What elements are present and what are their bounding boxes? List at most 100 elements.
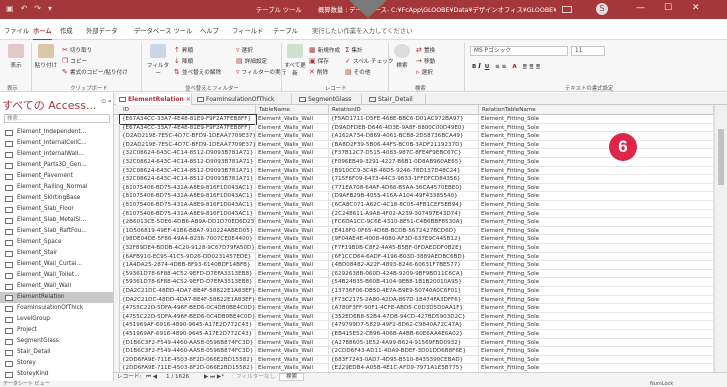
table-cell[interactable]: Element_Walls_Wall xyxy=(256,175,329,184)
nav-item[interactable]: Element_Wall_Curtai... xyxy=(0,259,113,270)
refresh-all-button[interactable]: すべて更新 xyxy=(284,44,306,77)
table-cell[interactable]: {2C248611-A9A8-4F02-A239-307497E43D74} xyxy=(329,209,479,219)
table-cell[interactable]: Element_Fitting_Sole xyxy=(479,261,714,270)
nav-item[interactable]: Element_Parts3D_Gen... xyxy=(0,160,113,171)
table-cell[interactable]: {4755C22D-5DFA-496F-BED6-0C4DB0BE4C0D} xyxy=(120,304,256,313)
table-cell[interactable]: Element_Fitting_Sole xyxy=(479,304,714,313)
table-row[interactable]: {2B6013CE-5DE6-4DB6-AB9A-DD1D70ED6D23} El… xyxy=(114,218,714,227)
table-cell[interactable]: {E418F0-0F65-4D6B-BCDB-5672427BCD6D} xyxy=(329,226,479,236)
sort-descending-button[interactable]: ↓ 降順 xyxy=(174,57,193,65)
nav-item[interactable]: SegmentGlass xyxy=(0,336,113,347)
customize-icon[interactable]: ▾ xyxy=(48,4,52,13)
nav-item[interactable]: Element_InternalCeilC... xyxy=(0,138,113,149)
table-cell[interactable]: {54B24835-B60B-4104-9EB8-1B1B20010A95} xyxy=(329,278,479,287)
table-row[interactable]: {59361D78-6F88-4C52-9EFD-D7EFA3313EB8} El… xyxy=(114,269,714,279)
table-row[interactable]: {81075406-BD75-431A-A8E9-816F1D043AC1} El… xyxy=(114,209,714,219)
table-row[interactable]: {4755C22D-5DFA-496F-BED6-0C4DB0BE4C0D} El… xyxy=(114,304,714,313)
replace-button[interactable]: ⇄ 置換 xyxy=(416,46,435,54)
table-cell[interactable]: {4755C22D-5DFA-496F-BED6-0C4DB0BE4C0D} xyxy=(120,312,256,322)
column-header-tablename[interactable]: TableName xyxy=(256,105,329,115)
table-row[interactable]: {DA2C21DC-48DD-4DA7-BE4F-58822E1A83EF} El… xyxy=(114,287,714,296)
table-cell[interactable]: Element_Fitting_Sole xyxy=(479,123,714,133)
tab-database-tools[interactable]: データベース ツール xyxy=(134,26,192,35)
table-cell[interactable]: Element_Fitting_Sole xyxy=(479,278,714,287)
tab-table[interactable]: テーブル xyxy=(273,26,298,35)
table-cell[interactable]: {32C08624-643C-4C14-8512-D9093B781A71} xyxy=(120,158,256,167)
nav-item[interactable]: FoamInsulationOfThick xyxy=(0,303,113,314)
filter-button[interactable]: フィルター xyxy=(145,44,171,77)
table-cell[interactable]: {F5AD1711-D5FE-468E-BBC6-D01AC972BA97} xyxy=(329,115,479,124)
nav-item[interactable]: Element_SkirtingBase xyxy=(0,193,113,204)
avatar[interactable]: S xyxy=(596,3,608,15)
doc-tab-elementrelation[interactable]: ElementRelation ✕ xyxy=(116,94,192,105)
table-cell[interactable]: {DA2C21DC-48DD-4DA7-BE4F-58822E1A83EF} xyxy=(120,287,256,296)
table-cell[interactable]: {2B6013CE-5DE6-4DB6-AB9A-DD1D70ED6D23} xyxy=(120,218,256,227)
font-name-select[interactable]: MS Pゴシック xyxy=(470,46,568,56)
table-cell[interactable]: {715F6F09-6473-44C3-9633-1FFDFCD84356} xyxy=(329,175,479,184)
table-cell[interactable]: {D9AFB29B-4055-416A-A104-49F43385540} xyxy=(329,192,479,201)
table-cell[interactable]: {1A4DA25-2874-4DBB-8F93-6140BDF14BFB} xyxy=(120,261,256,270)
copy-button[interactable]: ❐ コピー xyxy=(62,57,87,65)
nav-item[interactable]: Element_Slab_MetalSl... xyxy=(0,215,113,226)
tab-fields[interactable]: フィールド xyxy=(232,26,263,35)
table-row[interactable]: {2DD6FA9E-711E-4503-8F2D-066E2BD15582} El… xyxy=(114,355,714,365)
save-record-button[interactable]: ▣ 保存 xyxy=(309,57,329,65)
table-cell[interactable]: Element_Walls_Wall xyxy=(256,278,329,287)
table-cell[interactable]: Element_Fitting_Sole xyxy=(479,226,714,236)
table-cell[interactable]: Element_Fitting_Sole xyxy=(479,183,714,193)
table-cell[interactable]: {32C08624-643C-4C14-8512-D9093B781A71} xyxy=(120,175,256,184)
table-cell[interactable]: {D9ADFDEB-D646-4D3E-9A8F-8800C00D49E0} xyxy=(329,123,479,133)
nav-item[interactable]: Element_Slab_Floor xyxy=(0,204,113,215)
table-cell[interactable]: Element_Walls_Wall xyxy=(256,166,329,176)
table-cell[interactable]: Element_Fitting_Sole xyxy=(479,330,714,339)
table-cell[interactable]: Element_Walls_Wall xyxy=(256,321,329,330)
table-row[interactable]: {32F89DE4-BDDB-4C20-9128-9C67D79FA50D} El… xyxy=(114,244,714,253)
table-cell[interactable]: {EB415E52-CB96-406B-A4BB-60E6AA4E6A02} xyxy=(329,330,479,339)
table-cell[interactable]: {81075406-BD75-431A-A8E9-816F1D043AC1} xyxy=(120,183,256,193)
table-cell[interactable]: Element_Walls_Wall xyxy=(256,304,329,313)
table-row[interactable]: {32C08624-643C-4C14-8512-D9093B781A71} El… xyxy=(114,166,714,176)
table-cell[interactable]: Element_Walls_Wall xyxy=(256,338,329,348)
table-row[interactable]: {1D506819-49EF-41B6-B8A7-910224ABED05} El… xyxy=(114,226,714,236)
table-cell[interactable]: Element_Fitting_Sole xyxy=(479,312,714,322)
table-row[interactable]: {451969AF-6916-4890-9645-A17E2D772C43} El… xyxy=(114,330,714,339)
table-cell[interactable]: Element_Walls_Wall xyxy=(256,269,329,279)
table-cell[interactable]: Element_Fitting_Sole xyxy=(479,132,714,141)
nav-item[interactable]: Element_Stair xyxy=(0,248,113,259)
nav-item[interactable]: Element_Pavement xyxy=(0,171,113,182)
table-cell[interactable]: Element_Walls_Wall xyxy=(256,192,329,201)
table-cell[interactable]: Element_Fitting_Sole xyxy=(479,149,714,158)
table-cell[interactable]: Element_Walls_Wall xyxy=(256,123,329,133)
nav-item[interactable]: Element_Wall_Toilet... xyxy=(0,270,113,281)
table-cell[interactable]: Element_Fitting_Sole xyxy=(479,321,714,330)
table-cell[interactable]: Element_Walls_Wall xyxy=(256,183,329,193)
tab-file[interactable]: ファイル xyxy=(4,26,29,35)
nav-pane-title[interactable]: すべての Access... xyxy=(2,97,96,113)
table-cell[interactable]: Element_Fitting_Sole xyxy=(479,192,714,201)
nav-item[interactable]: LevelGroup xyxy=(0,314,113,325)
nav-search-input[interactable]: 検索... xyxy=(4,114,110,123)
format-bar-icon[interactable]: B I U ≡ ≡ A ≣ ≣ ≣ xyxy=(472,62,541,70)
ribbon-display-icon[interactable] xyxy=(562,6,572,13)
table-cell[interactable]: {DA2C21DC-48DD-4DA7-BE4F-58822E1A83EF} xyxy=(120,295,256,305)
table-cell[interactable]: {1D506819-49EF-41B6-B8A7-910224ABED05} xyxy=(120,226,256,236)
advanced-button[interactable]: ▤ 詳細設定 xyxy=(236,57,267,65)
column-header-relationid[interactable]: RelationID xyxy=(329,105,479,115)
doc-tab-stair-detail[interactable]: Stair_Detail xyxy=(366,94,426,105)
table-row[interactable]: {4755C22D-5DFA-496F-BED6-0C4DB0BE4C0D} El… xyxy=(114,312,714,322)
table-cell[interactable]: {352ED6B8-52B4-47DB-94CD-427BD5903D2C} xyxy=(329,312,479,322)
table-row[interactable]: {DA2C21DC-48DD-4DA7-BE4F-58822E1A83EF} El… xyxy=(114,295,714,305)
table-row[interactable]: {98DE04DE-5F86-49A4-8236-7007CE0E4400} El… xyxy=(114,235,714,244)
table-cell[interactable]: Element_Walls_Wall xyxy=(256,218,329,227)
table-cell[interactable]: {59361D78-6F88-4C52-9EFD-D7EFA3313EB8} xyxy=(120,269,256,279)
table-cell[interactable]: {A162A734-D869-4061-BCB8-2D58736BCA49} xyxy=(329,132,479,141)
table-cell[interactable]: {F73C2175-2A80-42DA-867D-18474FA3DFF6} xyxy=(329,295,479,305)
table-cell[interactable]: {D2AD219E-7E5C-4D7C-BFD9-1DEAA7709E37} xyxy=(120,132,256,141)
table-cell[interactable]: {F37B12C7-D515-4083-987C-8FE4F9EBC67C} xyxy=(329,149,479,158)
table-cell[interactable]: {32F89DE4-BDDB-4C20-9128-9C67D79FA50D} xyxy=(120,244,256,253)
table-cell[interactable]: {9F04AE4E-4008-4080-AF3D-637E9C445B12} xyxy=(329,235,479,244)
table-cell[interactable]: Element_Walls_Wall xyxy=(256,158,329,167)
select-button[interactable]: ▹ 選択 xyxy=(416,68,433,76)
nav-item[interactable]: ElementRelation xyxy=(0,292,113,303)
table-cell[interactable]: Element_Walls_Wall xyxy=(256,149,329,158)
